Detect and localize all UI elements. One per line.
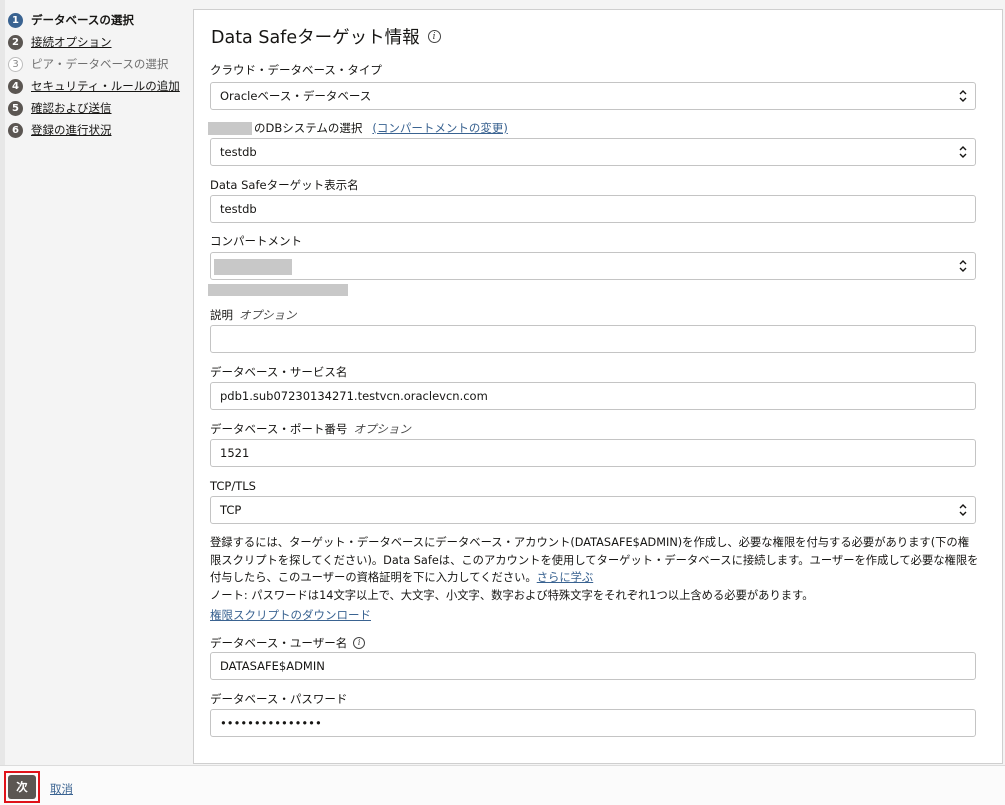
redacted-block (214, 259, 292, 275)
learn-more-link[interactable]: さらに学ぶ (537, 571, 594, 584)
cancel-link[interactable]: 取消 (50, 781, 73, 797)
field-label: のDBシステムの選択 (コンパートメントの変更) (208, 120, 976, 136)
step-review-submit[interactable]: 5 確認および送信 (8, 97, 188, 119)
info-icon[interactable]: i (353, 637, 366, 649)
step-label: ピア・データベースの選択 (31, 57, 169, 71)
input-value: pdb1.sub07230134271.testvcn.oraclevcn.co… (220, 389, 488, 403)
db-password-field: データベース・パスワード ••••••••••••••• (210, 691, 976, 737)
step-number-badge: 6 (8, 122, 23, 138)
step-number-badge: 4 (8, 78, 23, 94)
help-text-main: 登録するには、ターゲット・データベースにデータベース・アカウント(DATASAF… (210, 536, 979, 584)
registration-help-text: 登録するには、ターゲット・データベースにデータベース・アカウント(DATASAF… (210, 534, 980, 604)
step-label: セキュリティ・ルールの追加 (31, 79, 180, 93)
step-security-rules[interactable]: 4 セキュリティ・ルールの追加 (8, 75, 188, 97)
field-label: データベース・ユーザー名 i (210, 635, 976, 651)
select-value: testdb (220, 145, 257, 159)
description-input[interactable] (210, 325, 976, 353)
password-value: ••••••••••••••• (220, 716, 322, 730)
select-value: Oracleベース・データベース (220, 89, 372, 103)
step-number-badge: 1 (8, 12, 23, 28)
info-icon[interactable]: i (427, 30, 441, 43)
field-label: クラウド・データベース・タイプ (210, 63, 382, 77)
page-title-text: Data Safeターゲット情報 (211, 28, 420, 48)
step-label: 確認および送信 (31, 101, 112, 115)
description-field: 説明 オプション (210, 307, 976, 353)
step-label: 接続オプション (31, 35, 112, 49)
db-user-label: データベース・ユーザー名 (210, 636, 348, 650)
service-name-field: データベース・サービス名 pdb1.sub07230134271.testvcn… (210, 364, 976, 410)
wizard-footer: 次 取消 (0, 765, 1005, 805)
select-value: TCP (220, 503, 242, 517)
optional-tag: オプション (239, 308, 297, 322)
field-label: コンパートメント (210, 234, 302, 248)
tcp-tls-field: TCP/TLS TCP (210, 478, 976, 524)
step-connection-options[interactable]: 2 接続オプション (8, 31, 188, 53)
password-note: ノート: パスワードは14文字以上で、大文字、小文字、数字および特殊文字をそれぞ… (210, 588, 814, 602)
port-field: データベース・ポート番号 オプション 1521 (210, 421, 976, 467)
cloud-db-type-select[interactable]: Oracleベース・データベース (210, 82, 976, 110)
chevron-updown-icon (959, 260, 967, 272)
redacted-block (208, 121, 252, 135)
field-label: データベース・ポート番号 オプション (210, 421, 976, 437)
page-title: Data Safeターゲット情報 i (211, 24, 441, 49)
input-value: 1521 (220, 446, 250, 460)
next-button[interactable]: 次 (8, 775, 36, 799)
tcp-tls-select[interactable]: TCP (210, 496, 976, 524)
change-compartment-link[interactable]: (コンパートメントの変更) (372, 120, 507, 136)
compartment-select[interactable] (210, 252, 976, 280)
step-label: データベースの選択 (31, 13, 134, 27)
display-name-input[interactable]: testdb (210, 195, 976, 223)
port-input[interactable]: 1521 (210, 439, 976, 467)
db-system-field: のDBシステムの選択 (コンパートメントの変更) testdb (208, 120, 976, 166)
input-value: testdb (220, 202, 257, 216)
step-select-database[interactable]: 1 データベースの選択 (8, 9, 188, 31)
db-password-input[interactable]: ••••••••••••••• (210, 709, 976, 737)
field-label: 説明 オプション (210, 307, 976, 323)
wizard-steps: 1 データベースの選択 2 接続オプション 3 ピア・データベースの選択 4 セ… (8, 9, 188, 141)
description-label: 説明 (210, 308, 233, 322)
port-label: データベース・ポート番号 (210, 422, 348, 436)
chevron-updown-icon (959, 90, 967, 102)
field-label: Data Safeターゲット表示名 (210, 178, 359, 192)
chevron-updown-icon (959, 504, 967, 516)
step-peer-database: 3 ピア・データベースの選択 (8, 53, 188, 75)
step-registration-progress[interactable]: 6 登録の進行状況 (8, 119, 188, 141)
chevron-updown-icon (959, 146, 967, 158)
db-system-select[interactable]: testdb (210, 138, 976, 166)
step-number-badge: 3 (8, 56, 23, 72)
step-number-badge: 2 (8, 34, 23, 50)
redacted-block (208, 284, 348, 296)
db-user-field: データベース・ユーザー名 i DATASAFE$ADMIN (210, 635, 976, 680)
step-number-badge: 5 (8, 100, 23, 116)
db-system-label: のDBシステムの選択 (254, 121, 363, 135)
db-user-input[interactable]: DATASAFE$ADMIN (210, 652, 976, 680)
field-label: TCP/TLS (210, 479, 256, 493)
input-value: DATASAFE$ADMIN (220, 659, 325, 673)
download-script-link[interactable]: 権限スクリプトのダウンロード (210, 607, 371, 623)
target-info-panel: Data Safeターゲット情報 i クラウド・データベース・タイプ Oracl… (193, 9, 1003, 764)
compartment-field: コンパートメント (208, 233, 976, 296)
step-label: 登録の進行状況 (31, 123, 112, 137)
field-label: データベース・パスワード (210, 692, 348, 706)
service-name-input[interactable]: pdb1.sub07230134271.testvcn.oraclevcn.co… (210, 382, 976, 410)
field-label: データベース・サービス名 (210, 365, 348, 379)
cloud-db-type-field: クラウド・データベース・タイプ Oracleベース・データベース (210, 62, 976, 110)
left-edge-strip (0, 0, 5, 765)
display-name-field: Data Safeターゲット表示名 testdb (210, 177, 976, 223)
next-button-highlight: 次 (4, 771, 40, 803)
optional-tag: オプション (353, 422, 411, 436)
